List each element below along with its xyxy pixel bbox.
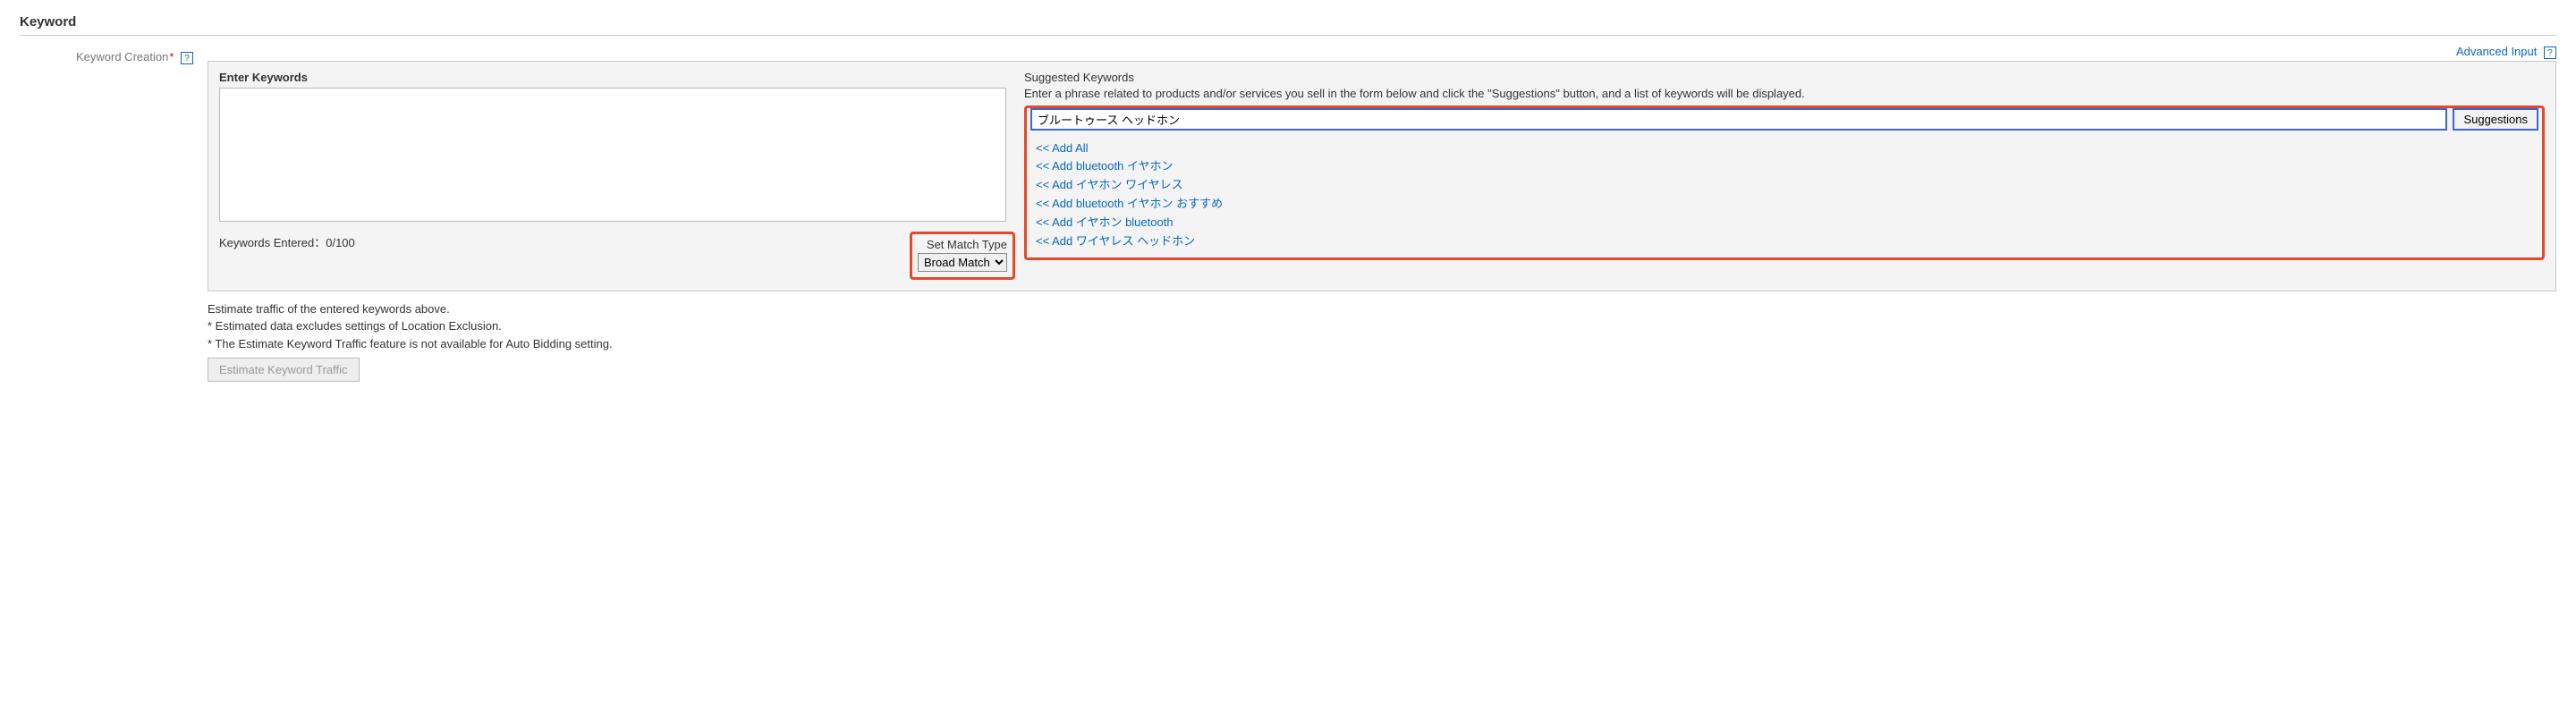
add-suggestion-link[interactable]: << Add bluetooth イヤホン おすすめ [1036,194,2538,211]
advanced-input-link[interactable]: Advanced Input [2456,45,2537,58]
suggested-keywords-desc: Enter a phrase related to products and/o… [1024,86,2545,102]
add-suggestion-link[interactable]: << Add ワイヤレス ヘッドホン [1036,232,2538,249]
note-line: Estimate traffic of the entered keywords… [208,300,2556,318]
suggestions-highlight: Suggestions << Add All << Add bluetooth … [1024,105,2545,260]
add-all-link[interactable]: << Add All [1036,141,2538,155]
add-suggestion-link[interactable]: << Add イヤホン ワイヤレス [1036,175,2538,192]
keyword-panel: Enter Keywords Keywords Entered：0/100 Se… [208,61,2556,291]
note-line: * Estimated data excludes settings of Lo… [208,317,2556,335]
field-label-col: Keyword Creation* ? [20,45,197,382]
field-label: Keyword Creation [76,50,168,63]
help-icon[interactable]: ? [181,52,193,64]
notes-block: Estimate traffic of the entered keywords… [208,300,2556,353]
suggested-keywords-heading: Suggested Keywords [1024,71,2545,84]
suggestion-list: << Add All << Add bluetooth イヤホン << Add … [1030,141,2538,249]
note-line: * The Estimate Keyword Traffic feature i… [208,335,2556,353]
section-title: Keyword [20,11,2556,36]
match-type-select[interactable]: Broad Match [918,253,1007,272]
suggestion-input[interactable] [1030,108,2447,131]
suggestions-button[interactable]: Suggestions [2453,108,2538,131]
add-suggestion-link[interactable]: << Add イヤホン bluetooth [1036,213,2538,230]
keywords-count: Keywords Entered：0/100 [219,232,910,250]
match-type-highlight: Set Match Type Broad Match [910,232,1015,280]
keywords-textarea[interactable] [219,88,1006,222]
add-suggestion-link[interactable]: << Add bluetooth イヤホン [1036,156,2538,173]
required-asterisk: * [169,50,174,63]
estimate-traffic-button: Estimate Keyword Traffic [208,358,360,382]
help-icon[interactable]: ? [2544,46,2556,59]
enter-keywords-heading: Enter Keywords [219,71,1006,84]
match-type-label: Set Match Type [918,238,1007,251]
